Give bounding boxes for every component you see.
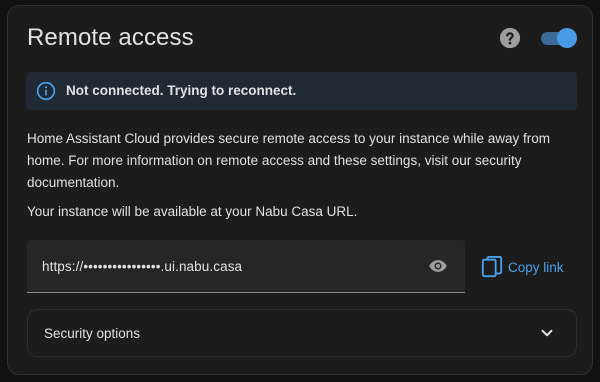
copy-link-button[interactable]: Copy link	[481, 254, 564, 280]
chevron-down-icon	[541, 329, 553, 337]
card-title: Remote access	[27, 24, 194, 51]
description-text: Home Assistant Cloud provides secure rem…	[27, 131, 550, 190]
instance-note: Your instance will be available at your …	[27, 204, 358, 219]
toggle-knob	[557, 28, 577, 48]
remote-access-card: Remote access Not connected. Trying to r…	[7, 5, 593, 375]
copy-link-label: Copy link	[508, 259, 564, 275]
security-options-label: Security options	[44, 326, 141, 341]
security-options-expander[interactable]: Security options	[27, 309, 577, 357]
help-circle-icon[interactable]	[499, 27, 521, 49]
remote-access-toggle[interactable]	[541, 28, 577, 48]
info-circle-icon	[36, 81, 56, 101]
eye-icon[interactable]	[428, 256, 448, 276]
remote-url-field[interactable]: https://••••••••••••••••.ui.nabu.casa	[27, 240, 465, 293]
remote-url-value: https://••••••••••••••••.ui.nabu.casa	[42, 259, 243, 274]
connection-alert: Not connected. Trying to reconnect.	[26, 72, 577, 110]
copy-icon	[481, 256, 503, 278]
alert-text: Not connected. Trying to reconnect.	[66, 83, 297, 98]
